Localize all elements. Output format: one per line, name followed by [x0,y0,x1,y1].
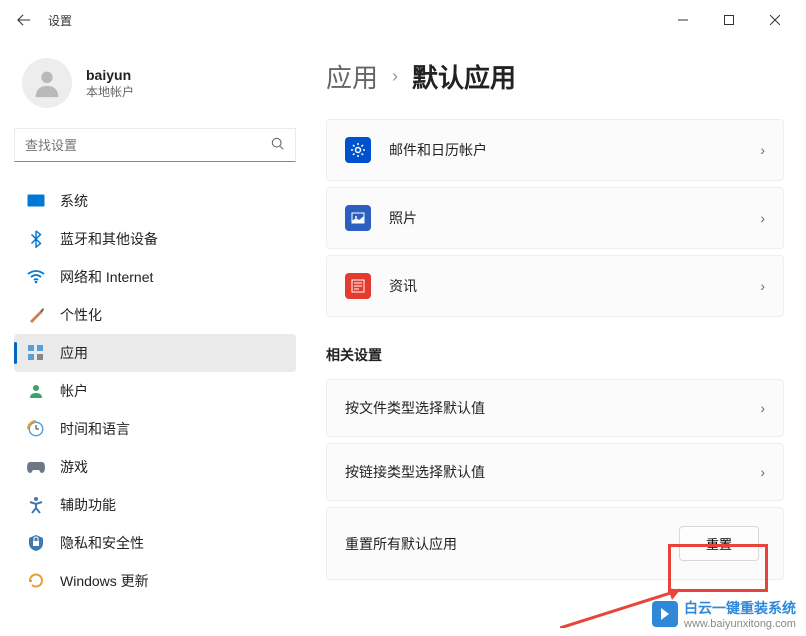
app-card-mail[interactable]: 邮件和日历帐户 › [326,119,784,181]
sidebar: baiyun 本地帐户 系统 蓝牙和其他设备 网络和 Internet [0,40,310,636]
apps-icon [26,343,46,363]
row-label: 按文件类型选择默认值 [345,398,760,418]
user-section[interactable]: baiyun 本地帐户 [14,50,296,128]
chevron-right-icon: › [760,278,765,294]
gear-icon [345,137,371,163]
sidebar-item-network[interactable]: 网络和 Internet [14,258,296,296]
reset-button[interactable]: 重置 [679,526,759,561]
nav-label: 游戏 [60,457,88,477]
avatar [22,58,72,108]
chevron-right-icon: › [760,400,765,416]
sidebar-item-accessibility[interactable]: 辅助功能 [14,486,296,524]
app-card-news[interactable]: 资讯 › [326,255,784,317]
breadcrumb: 应用 › 默认应用 [326,58,784,95]
chevron-right-icon: › [760,142,765,158]
nav-label: 蓝牙和其他设备 [60,229,158,249]
accessibility-icon [26,495,46,515]
bluetooth-icon [26,229,46,249]
photos-icon [345,205,371,231]
row-by-link-type[interactable]: 按链接类型选择默认值 › [326,443,784,501]
card-label: 资讯 [389,276,760,296]
sidebar-item-gaming[interactable]: 游戏 [14,448,296,486]
nav-label: 网络和 Internet [60,267,153,287]
nav-label: 时间和语言 [60,419,130,439]
chevron-right-icon: › [392,66,398,87]
minimize-button[interactable] [660,4,706,36]
row-label: 重置所有默认应用 [345,534,679,554]
titlebar: 设置 [0,0,806,40]
sidebar-item-personalization[interactable]: 个性化 [14,296,296,334]
nav-label: 应用 [60,343,88,363]
watermark-url: www.baiyunxitong.com [684,618,796,630]
card-label: 照片 [389,208,760,228]
sidebar-item-time[interactable]: 时间和语言 [14,410,296,448]
sidebar-item-apps[interactable]: 应用 [14,334,296,372]
system-icon [26,191,46,211]
nav-label: 系统 [60,191,88,211]
card-label: 邮件和日历帐户 [389,140,760,160]
nav-label: 个性化 [60,305,102,325]
nav: 系统 蓝牙和其他设备 网络和 Internet 个性化 应用 帐户 [14,182,296,600]
shield-icon [26,533,46,553]
row-reset-all: 重置所有默认应用 重置 [326,507,784,580]
nav-label: 辅助功能 [60,495,116,515]
chevron-right-icon: › [760,464,765,480]
user-subtitle: 本地帐户 [86,83,134,100]
nav-label: 帐户 [60,381,88,401]
clock-icon [26,419,46,439]
sidebar-item-update[interactable]: Windows 更新 [14,562,296,600]
close-button[interactable] [752,4,798,36]
maximize-button[interactable] [706,4,752,36]
update-icon [26,571,46,591]
person-icon [26,381,46,401]
section-title: 相关设置 [326,345,784,365]
wifi-icon [26,267,46,287]
back-button[interactable] [8,4,40,36]
row-label: 按链接类型选择默认值 [345,462,760,482]
sidebar-item-privacy[interactable]: 隐私和安全性 [14,524,296,562]
breadcrumb-current: 默认应用 [412,58,516,95]
watermark-text: 白云一键重装系统 [684,598,796,618]
breadcrumb-parent[interactable]: 应用 [326,58,378,95]
nav-label: 隐私和安全性 [60,533,144,553]
brush-icon [26,305,46,325]
user-name: baiyun [86,67,134,83]
row-by-file-type[interactable]: 按文件类型选择默认值 › [326,379,784,437]
sidebar-item-accounts[interactable]: 帐户 [14,372,296,410]
search-input[interactable] [25,138,271,153]
sidebar-item-system[interactable]: 系统 [14,182,296,220]
gaming-icon [26,457,46,477]
nav-label: Windows 更新 [60,571,149,591]
main-content: 应用 › 默认应用 邮件和日历帐户 › 照片 › 资讯 › 相关设置 按文件类型… [310,40,806,636]
sidebar-item-bluetooth[interactable]: 蓝牙和其他设备 [14,220,296,258]
app-card-photos[interactable]: 照片 › [326,187,784,249]
watermark: 白云一键重装系统 www.baiyunxitong.com [652,598,796,630]
chevron-right-icon: › [760,210,765,226]
window-title: 设置 [48,12,72,29]
news-icon [345,273,371,299]
search-box[interactable] [14,128,296,162]
watermark-icon [652,601,678,627]
search-icon [271,137,285,154]
